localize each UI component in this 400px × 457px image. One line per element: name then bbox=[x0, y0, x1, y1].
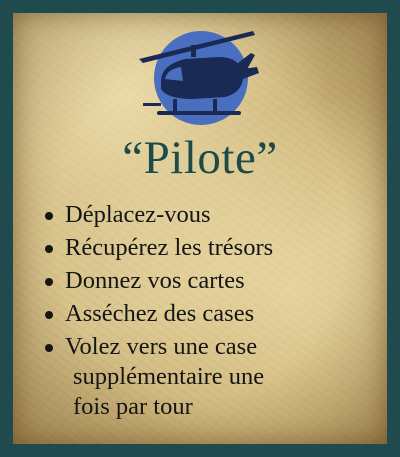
role-card: “Pilote” Déplacez-vous Récupérez les tré… bbox=[0, 0, 400, 457]
action-item: Asséchez des cases bbox=[45, 299, 375, 329]
helicopter-icon bbox=[139, 31, 259, 125]
action-list: Déplacez-vous Récupérez les trésors Donn… bbox=[45, 200, 375, 425]
action-item: Donnez vos cartes bbox=[45, 266, 375, 296]
special-action-line-1: Volez vers une case bbox=[65, 333, 258, 360]
action-item: Déplacez-vous bbox=[45, 200, 375, 230]
special-action-line-2: supplémentaire une bbox=[73, 363, 265, 390]
special-action-item: Volez vers une case supplémentaire une f… bbox=[45, 332, 375, 422]
role-title: “Pilote” bbox=[122, 132, 278, 184]
action-item: Récupérez les trésors bbox=[45, 233, 375, 263]
special-action-line-3: fois par tour bbox=[73, 393, 193, 420]
